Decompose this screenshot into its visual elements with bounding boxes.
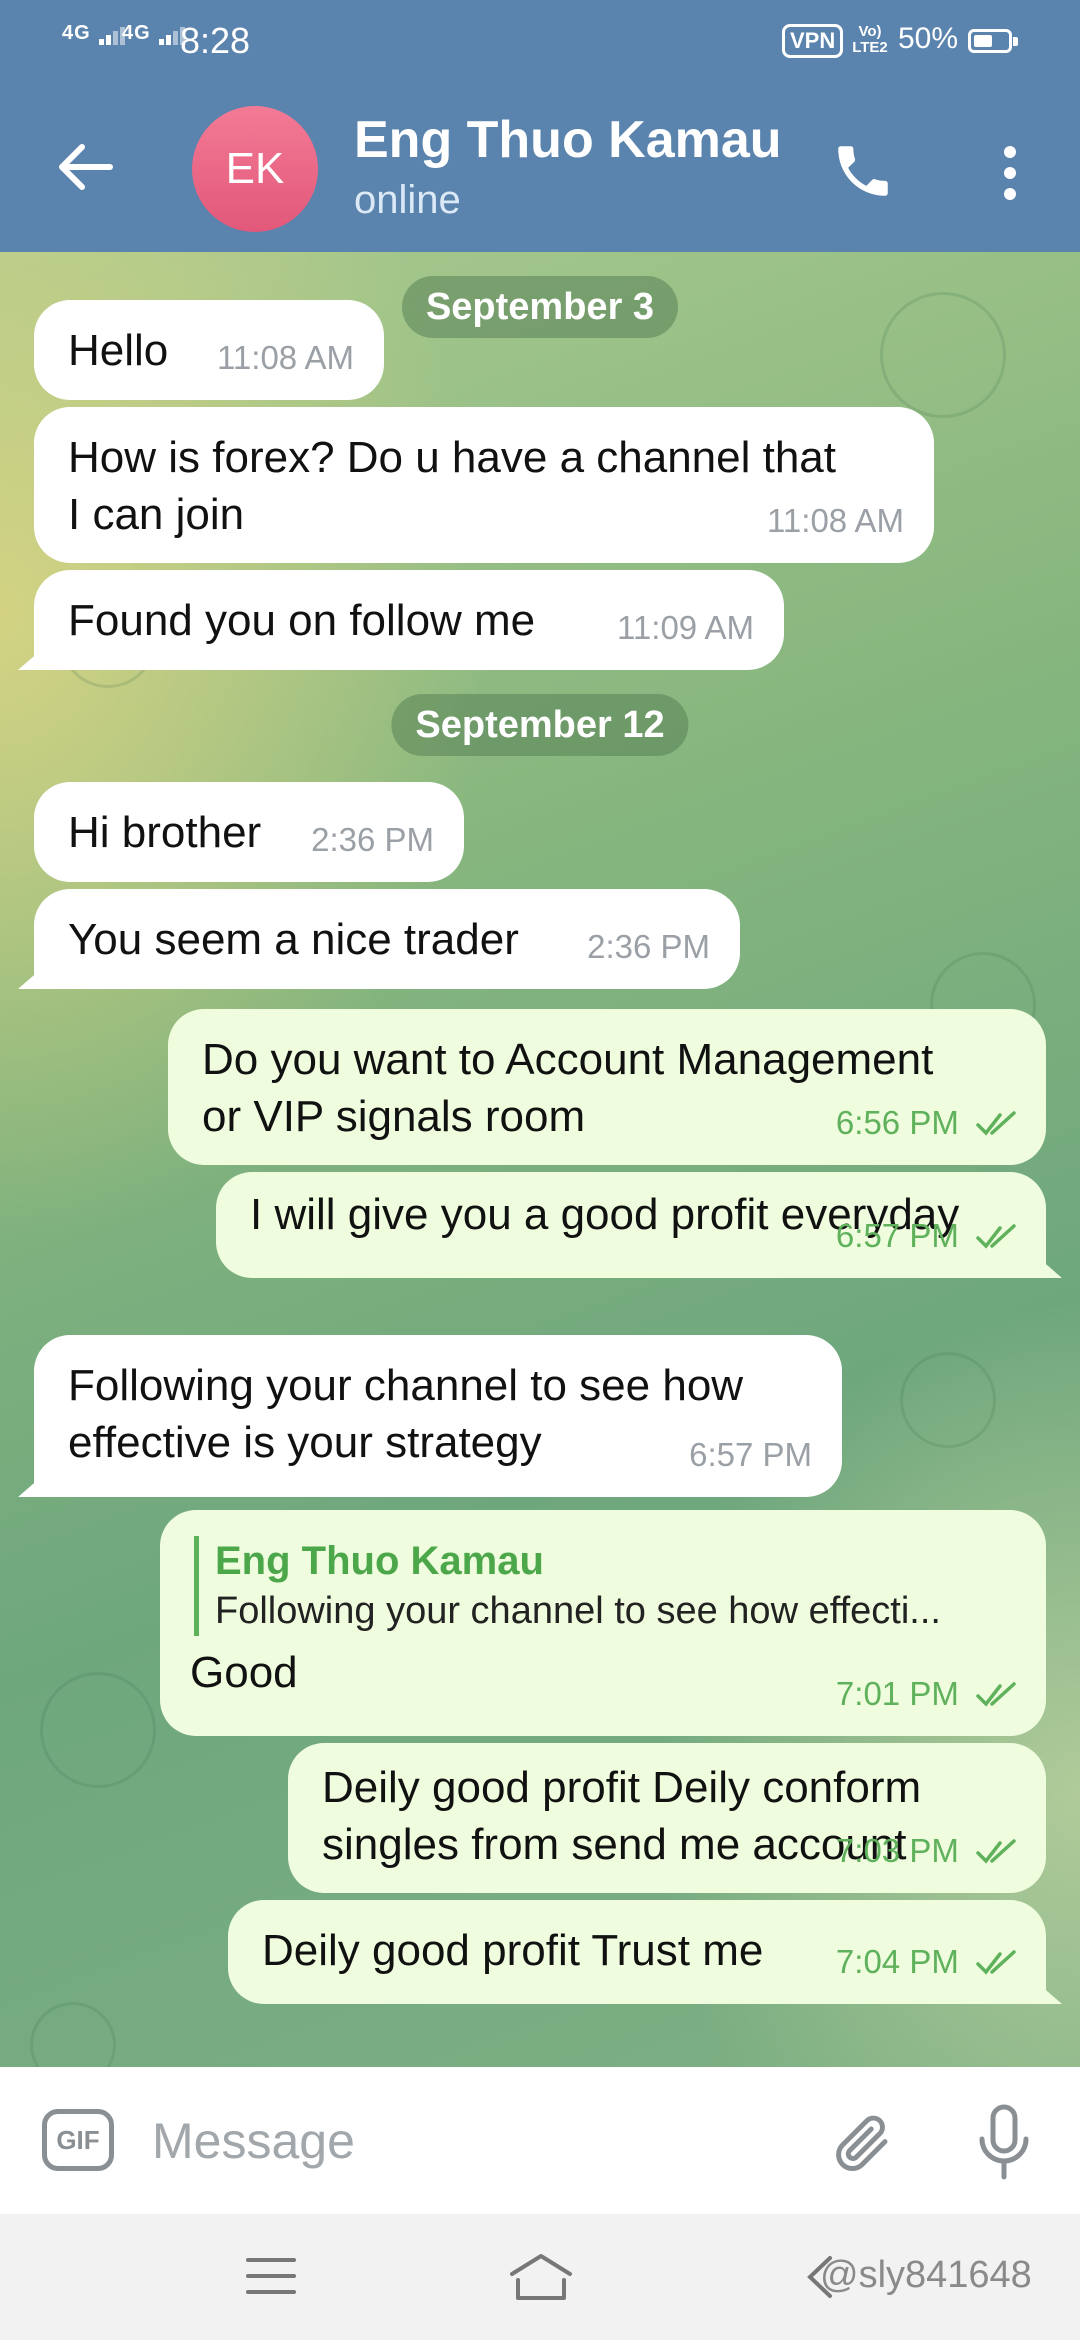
double-check-icon xyxy=(976,1111,1016,1136)
network-type-label: 4G xyxy=(62,22,91,44)
network-indicator-1: 4G xyxy=(62,22,127,45)
contact-status: online xyxy=(354,178,461,222)
chat-header: EK Eng Thuo Kamau online xyxy=(0,82,1080,252)
message-time: 6:57 PM xyxy=(689,1436,812,1473)
message-bubble-outgoing[interactable]: Eng Thuo Kamau Following your channel to… xyxy=(160,1510,1046,1736)
network-type-label: 4G xyxy=(122,22,151,44)
double-check-icon xyxy=(976,1224,1016,1249)
message-meta: 7:01 PM xyxy=(836,1665,1016,1722)
message-bubble-incoming[interactable]: How is forex? Do u have a channel that I… xyxy=(34,407,934,563)
message-text: Deily good profit Deily conform xyxy=(322,1763,922,1812)
message-meta: 6:57 PM xyxy=(836,1207,1016,1264)
message-meta: 7:03 PM xyxy=(836,1822,1016,1879)
message-time: 7:01 PM xyxy=(835,1675,959,1712)
phone-icon xyxy=(838,146,888,196)
reply-text: Following your channel to see how effect… xyxy=(215,1590,941,1632)
arrow-left-icon xyxy=(59,144,113,190)
message-time: 11:09 AM xyxy=(617,609,754,646)
home-button[interactable] xyxy=(506,2250,576,2304)
message-bubble-incoming[interactable]: Following your channel to see how effect… xyxy=(34,1335,842,1497)
network-indicator-2: 4G xyxy=(122,22,187,45)
message-composer: GIF xyxy=(0,2067,1080,2214)
wallpaper-doodle xyxy=(30,2002,116,2067)
voice-record-button[interactable] xyxy=(976,2103,1032,2183)
message-meta: 6:56 PM xyxy=(836,1094,1016,1151)
battery-percent: 50% xyxy=(898,22,959,55)
volte-icon: Vo) LTE2 xyxy=(852,23,888,56)
gif-button[interactable]: GIF xyxy=(42,2109,114,2171)
chat-area[interactable]: September 3 Hello 11:08 AM How is forex?… xyxy=(0,252,1080,2067)
double-check-icon xyxy=(976,1682,1016,1707)
more-vertical-icon xyxy=(1004,146,1016,200)
attach-button[interactable] xyxy=(830,2107,896,2179)
avatar[interactable]: EK xyxy=(192,106,318,232)
message-text: Do you want to Account Management xyxy=(202,1035,934,1084)
date-separator: September 12 xyxy=(391,694,689,756)
message-text: Following your channel to see how xyxy=(68,1361,744,1410)
double-check-icon xyxy=(976,1950,1016,1975)
contact-name[interactable]: Eng Thuo Kamau xyxy=(354,110,782,170)
reply-author: Eng Thuo Kamau xyxy=(215,1539,544,1583)
message-meta: 7:04 PM xyxy=(836,1933,1016,1990)
message-bubble-incoming[interactable]: You seem a nice trader 2:36 PM xyxy=(34,889,740,989)
message-time: 11:08 AM xyxy=(767,502,904,539)
message-input[interactable] xyxy=(150,2107,794,2175)
more-button[interactable] xyxy=(990,140,1030,206)
status-bar: 4G 4G 8:28 VPN Vo) LTE2 50% xyxy=(0,0,1080,82)
wallpaper-doodle xyxy=(900,1352,996,1448)
message-bubble-outgoing[interactable]: Deily good profit Trust me 7:04 PM xyxy=(228,1900,1046,2004)
message-bubble-incoming[interactable]: Found you on follow me 11:09 AM xyxy=(34,570,784,670)
message-time: 7:04 PM xyxy=(835,1943,959,1980)
message-time: 2:36 PM xyxy=(587,928,710,965)
clock: 8:28 xyxy=(180,20,251,61)
message-bubble-outgoing[interactable]: Deily good profit Deily conform singles … xyxy=(288,1743,1046,1893)
message-bubble-incoming[interactable]: Hi brother 2:36 PM xyxy=(34,782,464,882)
message-bubble-outgoing[interactable]: I will give you a good profit everyday 6… xyxy=(216,1172,1046,1278)
vpn-icon: VPN xyxy=(782,24,844,58)
message-time: 11:08 AM xyxy=(217,339,354,376)
date-separator: September 3 xyxy=(401,276,679,338)
message-time: 2:36 PM xyxy=(311,821,434,858)
watermark: @sly841648 xyxy=(820,2254,1032,2296)
message-time: 7:03 PM xyxy=(835,1832,959,1869)
back-button[interactable] xyxy=(50,132,120,202)
wallpaper-doodle xyxy=(40,1672,156,1788)
battery-icon xyxy=(968,29,1018,53)
system-navigation-bar: @sly841648 xyxy=(0,2214,1080,2340)
menu-icon xyxy=(246,2258,296,2294)
reply-quote[interactable]: Eng Thuo Kamau Following your channel to… xyxy=(194,1536,1012,1636)
wallpaper-doodle xyxy=(880,292,1006,418)
message-time: 6:57 PM xyxy=(835,1217,959,1254)
call-button[interactable] xyxy=(830,138,896,204)
paperclip-icon xyxy=(836,2115,888,2171)
recent-apps-button[interactable] xyxy=(244,2254,298,2298)
microphone-icon xyxy=(979,2104,1029,2180)
message-time: 6:56 PM xyxy=(835,1104,959,1141)
home-icon xyxy=(510,2254,572,2300)
message-bubble-incoming[interactable]: Hello 11:08 AM xyxy=(34,300,384,400)
double-check-icon xyxy=(976,1839,1016,1864)
message-text: How is forex? Do u have a channel that xyxy=(68,433,837,482)
message-bubble-outgoing[interactable]: Do you want to Account Management or VIP… xyxy=(168,1009,1046,1165)
